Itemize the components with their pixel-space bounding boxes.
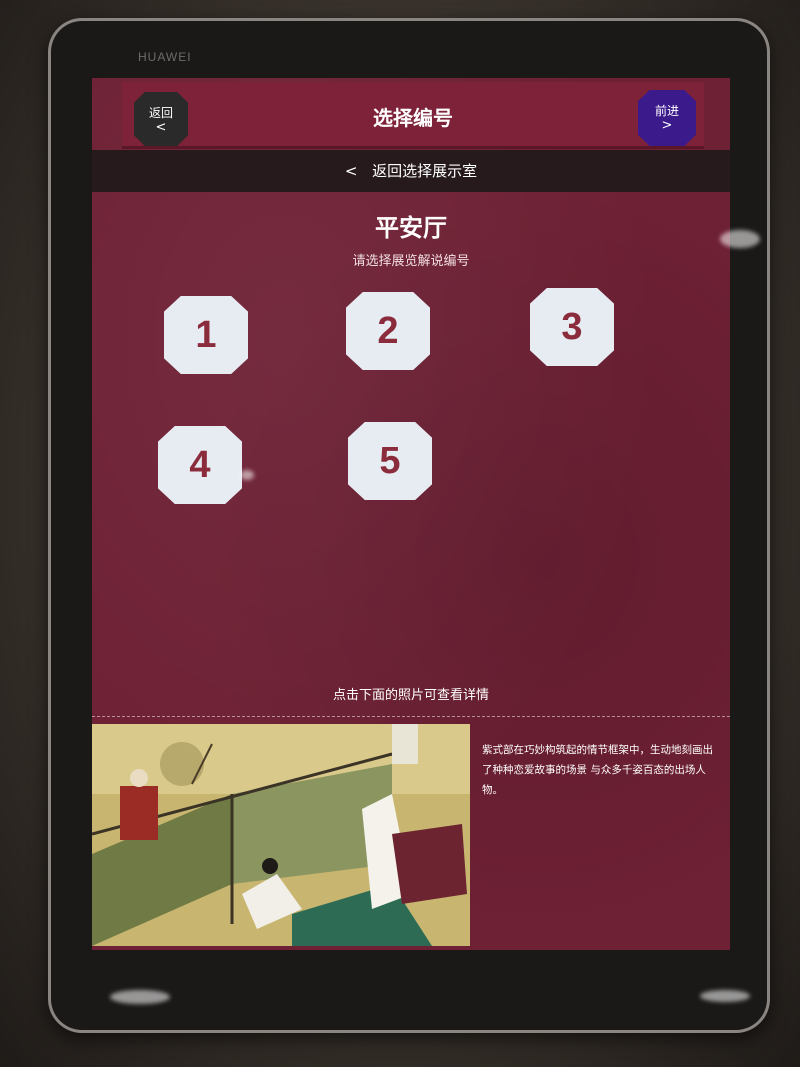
- chevron-left-icon: <: [344, 162, 358, 180]
- device-brand: HUAWEI: [138, 50, 192, 64]
- forward-button-label: 前进: [654, 104, 679, 118]
- forward-arrow-icon: >: [661, 118, 673, 133]
- back-to-rooms-label: 返回选择展示室: [372, 162, 478, 180]
- number-button-5[interactable]: 5: [348, 422, 432, 500]
- number-button-1[interactable]: 1: [164, 296, 248, 374]
- genji-scroll-painting: [92, 724, 470, 946]
- back-to-rooms-link[interactable]: < 返回选择展示室: [92, 150, 730, 192]
- glass-reflection: [700, 990, 750, 1002]
- exhibit-photo[interactable]: [92, 724, 470, 946]
- photo-hint: 点击下面的照片可查看详情: [332, 688, 489, 703]
- section-divider: [92, 716, 730, 717]
- app-screen: 返回 < 选择编号 前进 > < 返回选择展示室 平安厅 请选择展览解说编号 1…: [92, 78, 730, 950]
- number-button-3[interactable]: 3: [530, 288, 614, 366]
- number-button-4[interactable]: 4: [158, 426, 242, 504]
- glass-reflection: [720, 230, 760, 248]
- glass-reflection: [240, 470, 254, 480]
- page-title: 选择编号: [373, 106, 453, 130]
- glass-reflection: [110, 990, 170, 1004]
- header-bar: 返回 < 选择编号 前进 >: [122, 82, 704, 149]
- number-button-2[interactable]: 2: [346, 292, 430, 370]
- selection-prompt: 请选择展览解说编号: [352, 254, 470, 269]
- forward-button[interactable]: 前进 >: [638, 90, 696, 146]
- exhibit-description: 紫式部在巧妙构筑起的情节框架中，生动地刻画出了种种恋爱故事的场景 与众多千姿百态…: [482, 744, 713, 796]
- hall-title: 平安厅: [375, 214, 447, 242]
